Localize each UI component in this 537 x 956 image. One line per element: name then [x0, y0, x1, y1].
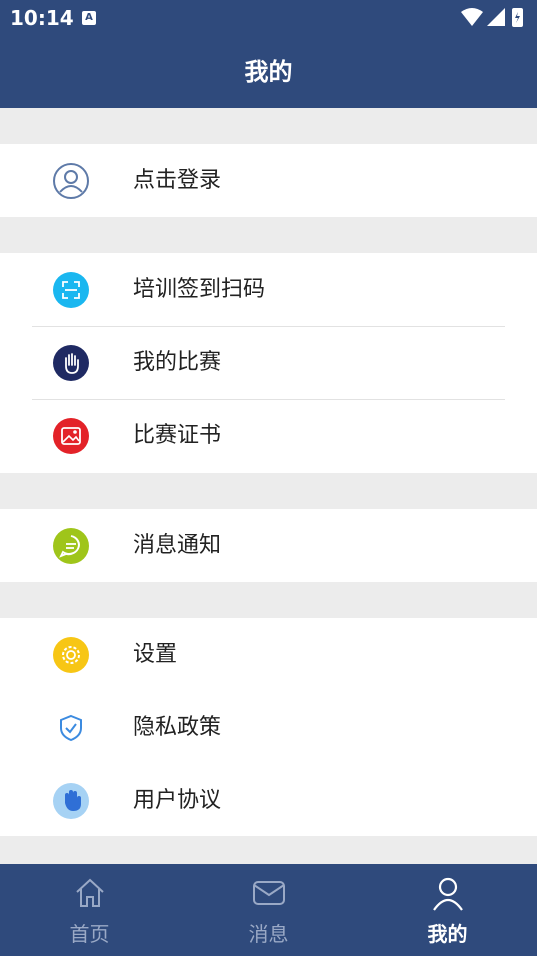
my-match-label: 我的比赛	[133, 350, 222, 375]
palm-hand-icon	[53, 783, 89, 819]
login-row[interactable]: 点击登录	[0, 144, 537, 217]
user-avatar-icon	[53, 163, 89, 199]
settings-label: 设置	[133, 642, 178, 667]
settings-row[interactable]: 设置	[0, 618, 537, 691]
tab-messages-label: 消息	[248, 922, 289, 946]
page-title: 我的	[244, 58, 293, 86]
image-certificate-icon	[53, 418, 89, 454]
status-time: 10:14	[10, 6, 74, 30]
accessibility-badge-icon: A	[82, 11, 96, 25]
agreement-label: 用户协议	[133, 788, 222, 813]
login-label: 点击登录	[133, 168, 222, 193]
tab-home-label: 首页	[69, 922, 110, 946]
home-icon	[75, 878, 104, 907]
shield-check-icon	[60, 714, 82, 742]
tab-messages[interactable]: 消息	[179, 864, 358, 956]
bottom-tab-bar: 首页 消息 我的	[0, 864, 537, 956]
certificate-row[interactable]: 比赛证书	[0, 399, 537, 472]
status-bar: 10:14 A	[0, 0, 537, 36]
tab-mine-label: 我的	[427, 922, 468, 946]
privacy-label: 隐私政策	[133, 715, 222, 740]
notice-section: 消息通知	[0, 509, 537, 582]
wifi-icon	[461, 8, 483, 26]
tab-home[interactable]: 首页	[0, 864, 179, 956]
envelope-icon	[252, 881, 285, 905]
notice-label: 消息通知	[133, 533, 222, 558]
scan-checkin-label: 培训签到扫码	[133, 277, 266, 302]
header-bar: 我的	[0, 36, 537, 108]
person-icon	[432, 877, 463, 911]
login-section: 点击登录	[0, 144, 537, 217]
scan-icon	[53, 272, 89, 308]
tab-mine[interactable]: 我的	[358, 864, 537, 956]
privacy-row[interactable]: 隐私政策	[0, 691, 537, 764]
message-bubble-icon	[53, 528, 89, 564]
match-section: 培训签到扫码 我的比赛 比赛证书	[0, 253, 537, 473]
notice-row[interactable]: 消息通知	[0, 509, 537, 582]
status-icons	[459, 6, 529, 34]
signal-icon	[487, 8, 505, 26]
settings-section: 设置 隐私政策 用户协议	[0, 618, 537, 836]
agreement-row[interactable]: 用户协议	[0, 764, 537, 837]
hand-raise-icon	[53, 345, 89, 381]
certificate-label: 比赛证书	[133, 423, 222, 448]
scan-checkin-row[interactable]: 培训签到扫码	[0, 253, 537, 326]
my-match-row[interactable]: 我的比赛	[0, 326, 537, 399]
gear-icon	[53, 637, 89, 673]
